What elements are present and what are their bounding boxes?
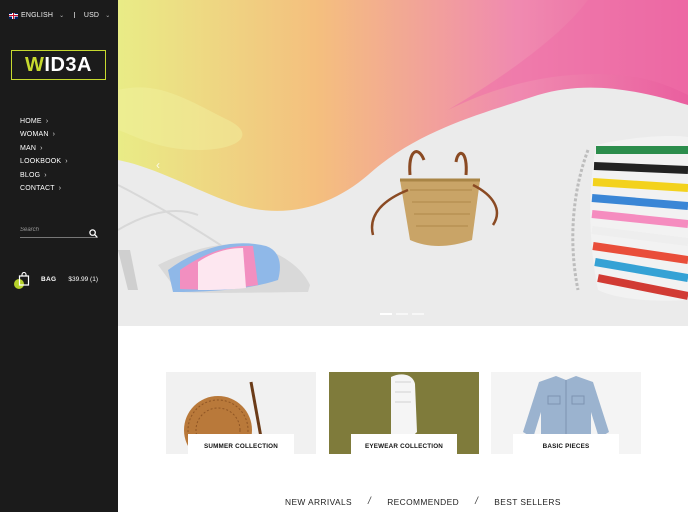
hero-background: [118, 0, 688, 326]
chevron-down-icon[interactable]: ⌄: [105, 12, 110, 19]
chevron-right-icon: ›: [58, 184, 62, 192]
cart-summary[interactable]: $39.99 (1): [68, 276, 98, 283]
language-selector[interactable]: ENGLISH: [21, 12, 53, 19]
nav-item-lookbook[interactable]: LOOKBOOK ›: [20, 155, 68, 168]
topbar-separator: I: [73, 11, 76, 20]
collection-card-eyewear[interactable]: EYEWEAR COLLECTION: [329, 372, 479, 454]
sidebar: ENGLISH ⌄ I USD ⌄ WID3A HOME › WOMAN › MAN…: [0, 0, 118, 512]
shopping-bag-icon[interactable]: [14, 272, 30, 289]
chevron-right-icon: ›: [65, 158, 68, 166]
slider-dot[interactable]: [412, 313, 424, 315]
chevron-right-icon: ›: [40, 144, 43, 152]
tab-recommended[interactable]: RECOMMENDED: [387, 497, 459, 507]
slider-dots: [380, 313, 424, 315]
slider-dot[interactable]: [396, 313, 408, 315]
search-icon[interactable]: [89, 225, 98, 238]
nav-item-woman[interactable]: WOMAN ›: [20, 128, 68, 141]
cart[interactable]: BAG $39.99 (1): [14, 272, 98, 289]
nav-item-home[interactable]: HOME ›: [20, 115, 68, 128]
chevron-down-icon[interactable]: ⌄: [59, 12, 64, 19]
cart-label[interactable]: BAG: [41, 276, 56, 283]
tab-separator: /: [475, 496, 479, 507]
nav-item-contact[interactable]: CONTACT ›: [20, 182, 68, 195]
collection-card-basic[interactable]: BASIC PIECES: [491, 372, 641, 454]
uk-flag-icon: [9, 12, 18, 19]
slider-prev-arrow[interactable]: ‹: [156, 158, 160, 172]
collection-label[interactable]: SUMMER COLLECTION: [188, 434, 294, 454]
slider-dot[interactable]: [380, 313, 392, 315]
collection-label[interactable]: EYEWEAR COLLECTION: [351, 434, 457, 454]
tab-best-sellers[interactable]: BEST SELLERS: [494, 497, 561, 507]
hero-slider[interactable]: ‹: [118, 0, 688, 326]
collection-card-summer[interactable]: SUMMER COLLECTION: [166, 372, 316, 454]
collection-label[interactable]: BASIC PIECES: [513, 434, 619, 454]
tab-separator: /: [368, 496, 372, 507]
chevron-right-icon: ›: [44, 171, 47, 179]
product-tabs: NEW ARRIVALS / RECOMMENDED / BEST SELLER…: [285, 496, 561, 507]
nav-item-blog[interactable]: BLOG ›: [20, 169, 68, 182]
search-input[interactable]: [20, 226, 80, 233]
logo-text: ID3A: [44, 53, 92, 76]
currency-selector[interactable]: USD: [84, 12, 99, 19]
chevron-right-icon: ›: [45, 118, 49, 125]
search-box: [20, 222, 98, 238]
logo[interactable]: WID3A: [11, 50, 106, 80]
logo-accent-letter: W: [25, 53, 45, 76]
nav-item-man[interactable]: MAN ›: [20, 142, 68, 155]
chevron-right-icon: ›: [52, 131, 56, 139]
collection-cards: SUMMER COLLECTION EYEWEAR COLLECTION BAS…: [166, 372, 642, 454]
topbar: ENGLISH ⌄ I USD ⌄: [9, 11, 110, 20]
tab-new-arrivals[interactable]: NEW ARRIVALS: [285, 497, 352, 507]
main-nav: HOME › WOMAN › MAN › LOOKBOOK › BLOG › CONTAC…: [20, 115, 68, 195]
